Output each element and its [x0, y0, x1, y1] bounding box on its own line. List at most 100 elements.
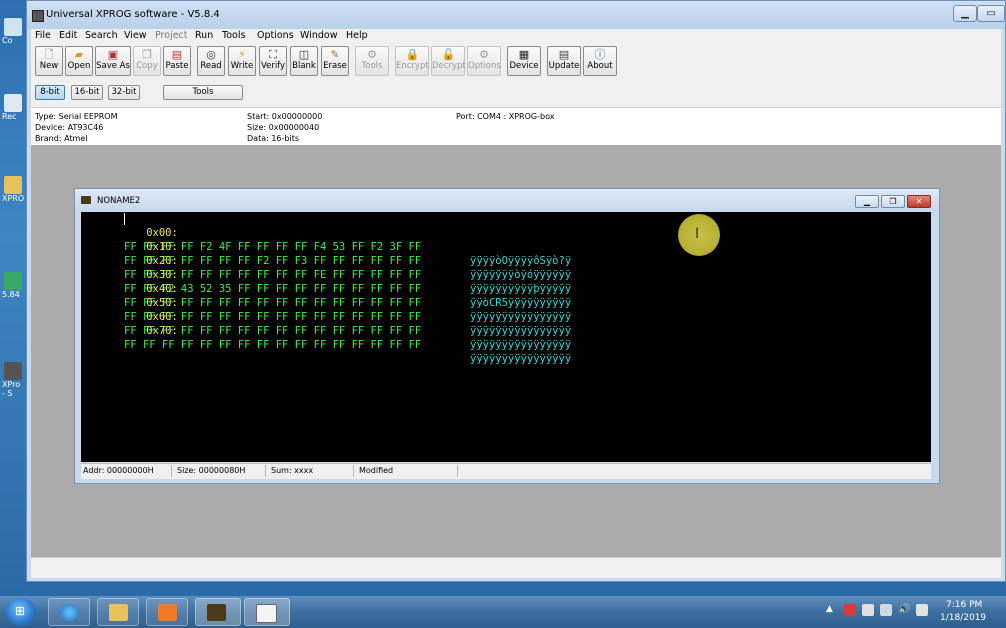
mdi-workspace: NONAME2 ▁ ❐ ✕ 0x00: FF FF FF FF F2 4F FF…: [31, 145, 1001, 557]
taskbar-internet-explorer[interactable]: [48, 598, 90, 626]
hex-editor-title-bar[interactable]: NONAME2 ▁ ❐ ✕: [75, 189, 939, 211]
32-bit-button[interactable]: 32-bit: [108, 85, 140, 100]
child-close-button[interactable]: ✕: [907, 195, 931, 208]
minimize-button[interactable]: ▁: [953, 5, 977, 22]
hex-ascii[interactable]: ÿÿÿÿÿÿÿÿÿÿÿÿÿÿÿÿ: [470, 338, 571, 352]
network-icon[interactable]: [880, 604, 892, 616]
device-tray-icon[interactable]: [862, 604, 874, 616]
start-button[interactable]: ⊞: [6, 598, 36, 626]
port-info: Port: COM4 : XPROG-box: [456, 112, 555, 121]
menu-tools[interactable]: Tools: [222, 30, 245, 41]
hex-row: 0x00: FF FF FF FF F2 4F FF FF FF FF F4 5…: [83, 212, 571, 267]
encrypt-button[interactable]: 🔒 Encrypt: [395, 46, 429, 76]
hex-ascii[interactable]: ÿÿÿÿòOÿÿÿÿôSÿò?ÿ: [470, 254, 571, 268]
options-button[interactable]: ⚙ Options: [467, 46, 501, 76]
new-button[interactable]: 🗋 New: [35, 46, 63, 76]
taskbar-file-explorer[interactable]: [97, 598, 139, 626]
device-name: Device: AT93C46: [35, 123, 104, 132]
hex-ascii[interactable]: ÿÿÿÿÿÿÿÿÿÿÿÿÿÿÿÿ: [470, 310, 571, 324]
status-size: Size: 00000080H: [177, 466, 246, 475]
hex-ascii[interactable]: ÿÿÿÿÿÿÿÿÿÿþÿÿÿÿÿ: [470, 282, 571, 296]
window-app-icon: [256, 604, 277, 623]
desktop-icon-computer[interactable]: Co: [2, 18, 24, 45]
copy-button[interactable]: ❐ Copy: [133, 46, 161, 76]
close-icon: ✕: [915, 197, 923, 206]
encrypt-label: Encrypt: [396, 61, 429, 71]
new-label: New: [39, 61, 59, 71]
desktop-icon-xpro-folder[interactable]: XPRO: [2, 176, 24, 203]
desktop: Co Rec XPRO 5.84 XPro - S: [0, 0, 26, 596]
write-button[interactable]: ⚡ Write: [228, 46, 256, 76]
child-minimize-button[interactable]: ▁: [855, 195, 879, 208]
read-button[interactable]: ◎ Read: [197, 46, 225, 76]
menu-edit[interactable]: Edit: [59, 30, 77, 41]
blank-button[interactable]: ◫ Blank: [290, 46, 318, 76]
erase-label: Erase: [323, 61, 347, 71]
16-bit-button[interactable]: 16-bit: [71, 85, 103, 100]
about-button[interactable]: ⓘ About: [583, 46, 617, 76]
status-divider: [171, 465, 172, 477]
clock-date[interactable]: 1/18/2019: [940, 613, 986, 623]
start-address: Start: 0x00000000: [247, 112, 323, 121]
verify-icon: ⛶: [269, 48, 277, 61]
hex-editor-window: NONAME2 ▁ ❐ ✕ 0x00: FF FF FF FF F2 4F FF…: [74, 188, 940, 484]
update-button[interactable]: ▤ Update: [547, 46, 581, 76]
verify-button[interactable]: ⛶ Verify: [259, 46, 287, 76]
desktop-icon-584[interactable]: 5.84: [2, 272, 24, 299]
text-cursor: [124, 213, 125, 225]
xprog-chip-icon: [207, 604, 226, 621]
taskbar-media-player[interactable]: [146, 598, 188, 626]
maximize-button[interactable]: ▭: [977, 5, 1005, 22]
device-button[interactable]: ▦ Device: [507, 46, 541, 76]
taskbar-window-app[interactable]: [244, 598, 290, 626]
desktop-icon-label: Rec: [2, 112, 17, 121]
hex-ascii[interactable]: ÿÿòCR5ÿÿÿÿÿÿÿÿÿÿ: [470, 296, 571, 310]
desktop-icon-label: 5.84: [2, 290, 20, 299]
unlock-icon: 🔓: [441, 48, 456, 61]
menu-options[interactable]: Options: [257, 30, 294, 41]
menu-view[interactable]: View: [124, 30, 147, 41]
paste-icon: ▤: [171, 48, 183, 61]
hex-ascii[interactable]: ÿÿÿÿÿÿÿÿÿÿÿÿÿÿÿÿ: [470, 352, 571, 366]
menu-project[interactable]: Project: [155, 30, 188, 41]
erase-button[interactable]: ✎ Erase: [321, 46, 349, 76]
open-button[interactable]: ▰ Open: [65, 46, 93, 76]
verify-label: Verify: [260, 61, 286, 71]
tools-button[interactable]: ⚙ Tools: [355, 46, 389, 76]
clock-time[interactable]: 7:16 PM: [946, 600, 982, 610]
menu-help[interactable]: Help: [346, 30, 368, 41]
menu-run[interactable]: Run: [195, 30, 213, 41]
hex-bytes[interactable]: FF FF FF FF FF FF FF FF FF FF FF FF FF F…: [124, 338, 421, 352]
menu-search[interactable]: Search: [85, 30, 118, 41]
memory-size: Size: 0x00000040: [247, 123, 320, 132]
language-icon[interactable]: [916, 604, 928, 616]
hex-dump-area[interactable]: 0x00: FF FF FF FF F2 4F FF FF FF FF F4 5…: [81, 212, 931, 462]
maximize-icon: ▭: [986, 8, 996, 19]
hex-ascii[interactable]: ÿÿÿÿÿÿÿÿÿÿÿÿÿÿÿÿ: [470, 324, 571, 338]
menu-window[interactable]: Window: [300, 30, 337, 41]
paste-button[interactable]: ▤ Paste: [163, 46, 191, 76]
copy-icon: ❐: [142, 48, 152, 61]
options-label: Options: [468, 61, 501, 71]
show-hidden-icons-icon[interactable]: ▲: [826, 604, 838, 616]
action-center-icon[interactable]: [844, 604, 856, 616]
volume-icon[interactable]: 🔊: [898, 604, 910, 616]
folder-icon: [4, 176, 22, 194]
menu-file[interactable]: File: [35, 30, 51, 41]
device-label: Device: [509, 61, 539, 71]
data-width: Data: 16-bits: [247, 134, 300, 143]
tools-tab-button[interactable]: Tools: [163, 85, 243, 100]
hex-address: 0x70:: [146, 325, 178, 337]
child-restore-button[interactable]: ❐: [881, 195, 905, 208]
taskbar-xprog[interactable]: [195, 598, 241, 626]
8-bit-button[interactable]: 8-bit: [35, 85, 65, 100]
desktop-icon-xpro-s[interactable]: XPro - S: [2, 362, 24, 398]
system-tray: ▲ 🔊: [826, 600, 936, 622]
save-as-button[interactable]: ▣ Save As: [95, 46, 131, 76]
hex-ascii[interactable]: ÿÿÿÿÿÿÿòÿóÿÿÿÿÿÿ: [470, 268, 571, 282]
decrypt-button[interactable]: 🔓 Decrypt: [431, 46, 466, 76]
computer-icon: [4, 18, 22, 36]
copy-label: Copy: [136, 61, 158, 71]
title-bar[interactable]: Universal XPROG software - V5.8.4 ▁ ▭: [27, 1, 1005, 29]
desktop-icon-recycle-bin[interactable]: Rec: [2, 94, 24, 121]
